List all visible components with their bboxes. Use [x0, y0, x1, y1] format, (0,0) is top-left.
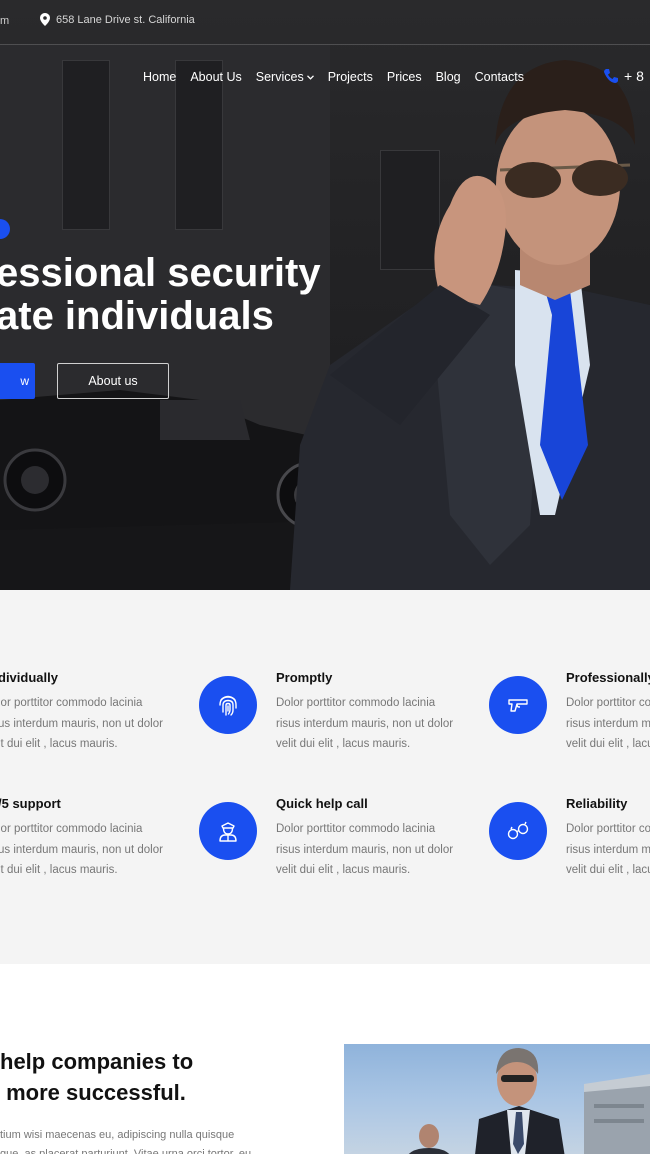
nav-blog[interactable]: Blog [436, 70, 461, 84]
feature-professionally: Professionally Dolor porttitor co risus … [566, 670, 650, 755]
nav-home[interactable]: Home [143, 70, 176, 84]
feature-title: dividually [0, 670, 58, 685]
feature-text-line: Dolor porttitor co [566, 697, 650, 709]
hero-primary-button[interactable]: w [0, 363, 35, 399]
location-pin-icon [40, 13, 50, 26]
feature-quick-help-call: Quick help call Dolor porttitor commodo … [276, 796, 453, 881]
nav-prices-label: Prices [386, 70, 422, 84]
nav-blog-label: Blog [435, 70, 461, 84]
main-navigation: Home About Us Services Projects Prices B… [143, 70, 538, 84]
bodyguards-photo-illustration [408, 1048, 650, 1154]
feature-title: /5 support [0, 796, 61, 811]
top-info-bar: m 658 Lane Drive st. California [0, 0, 650, 45]
nav-contacts[interactable]: Contacts [475, 70, 524, 84]
background-window [175, 60, 223, 230]
feature-promptly: Promptly Dolor porttitor commodo lacinia… [276, 670, 453, 755]
feature-text: Dolor porttitor co risus interdum ma vel… [566, 819, 650, 881]
hero-title-line1: essional security [0, 251, 321, 295]
about-section: help companies to more successful. tium … [0, 964, 650, 1154]
background-window [62, 60, 110, 230]
email-fragment[interactable]: m [0, 15, 9, 27]
nav-prices[interactable]: Prices [387, 70, 422, 84]
phone-icon [604, 69, 618, 83]
about-text-line: tium wisi maecenas eu, adipiscing nulla … [0, 1129, 235, 1141]
about-paragraph: tium wisi maecenas eu, adipiscing nulla … [0, 1126, 251, 1154]
about-title-line1: help companies to [0, 1049, 194, 1074]
nav-contacts-label: Contacts [474, 70, 524, 84]
nav-projects[interactable]: Projects [328, 70, 373, 84]
fingerprint-icon-circle [199, 676, 257, 734]
security-guard-icon [219, 822, 237, 842]
feature-text-line: Dolor porttitor commodo lacinia [276, 823, 436, 835]
pistol-icon [508, 699, 528, 712]
feature-title: Promptly [276, 670, 333, 685]
feature-individually: dividually lor porttitor commodo lacinia… [0, 670, 163, 755]
phone-contact[interactable]: + 8 [603, 68, 644, 84]
feature-text-line: risus interdum ma [566, 843, 650, 856]
features-section: dividually lor porttitor commodo lacinia… [0, 590, 650, 964]
nav-about-us[interactable]: About Us [190, 70, 241, 84]
feature-text-line: risus interdum mauris, non ut dolor [276, 843, 454, 856]
handcuffs-icon-circle [489, 802, 547, 860]
feature-title: Reliability [566, 796, 628, 811]
about-text-line: gue, as placerat parturiunt. Vitae urna … [0, 1148, 252, 1154]
feature-text-line: velit dui elit , lacus mauris. [276, 864, 411, 876]
feature-support: /5 support lor porttitor commodo lacinia… [0, 796, 163, 881]
about-title: help companies to more successful. [0, 1046, 193, 1108]
address-text: 658 Lane Drive st. California [56, 13, 195, 26]
hero-section: m 658 Lane Drive st. California Home Abo… [0, 0, 650, 590]
feature-text-line: velit dui elit , lacus mauris. [276, 738, 411, 750]
nav-home-label: Home [143, 70, 177, 84]
phone-number: + 8 [624, 68, 644, 84]
feature-title: Professionally [566, 670, 650, 685]
pistol-icon-circle [489, 676, 547, 734]
feature-text-line: lor porttitor commodo lacinia [0, 823, 143, 835]
nav-projects-label: Projects [327, 70, 373, 84]
hero-title: essional security ate individuals [0, 252, 321, 338]
feature-reliability: Reliability Dolor porttitor co risus int… [566, 796, 650, 881]
feature-text: Dolor porttitor commodo lacinia risus in… [276, 819, 453, 881]
about-us-button[interactable]: About us [57, 363, 169, 399]
address: 658 Lane Drive st. California [40, 13, 195, 26]
feature-text-line: risus interdum mauris, non ut dolor [276, 717, 454, 730]
feature-text-line: velit dui elit , lacu [566, 738, 650, 750]
feature-text-line: lor porttitor commodo lacinia [0, 697, 143, 709]
feature-text-line: Dolor porttitor commodo lacinia [276, 697, 436, 709]
feature-text-line: us interdum mauris, non ut dolor [0, 843, 163, 856]
nav-about-us-label: About Us [190, 70, 242, 84]
security-guard-icon-circle [199, 802, 257, 860]
chevron-down-icon [306, 74, 314, 80]
feature-text-line: it dui elit , lacus mauris. [0, 738, 118, 750]
feature-text-line: us interdum mauris, non ut dolor [0, 717, 163, 730]
feature-text-line: velit dui elit , lacu [566, 864, 650, 876]
handcuffs-icon [507, 821, 529, 840]
nav-services-label: Services [255, 70, 304, 84]
feature-text: lor porttitor commodo lacinia us interdu… [0, 819, 163, 881]
feature-text-line: risus interdum ma [566, 717, 650, 730]
hero-title-line2: ate individuals [0, 294, 274, 338]
feature-title: Quick help call [276, 796, 368, 811]
fingerprint-icon [219, 695, 237, 716]
bodyguards-photo [344, 1044, 650, 1154]
feature-text: Dolor porttitor commodo lacinia risus in… [276, 693, 453, 755]
feature-text: Dolor porttitor co risus interdum ma vel… [566, 693, 650, 755]
feature-text-line: Dolor porttitor co [566, 823, 650, 835]
feature-text: lor porttitor commodo lacinia us interdu… [0, 693, 163, 755]
about-title-line2: more successful. [0, 1080, 186, 1105]
nav-services[interactable]: Services [256, 70, 314, 84]
feature-text-line: it dui elit , lacus mauris. [0, 864, 118, 876]
bodyguard-photo [290, 60, 650, 590]
